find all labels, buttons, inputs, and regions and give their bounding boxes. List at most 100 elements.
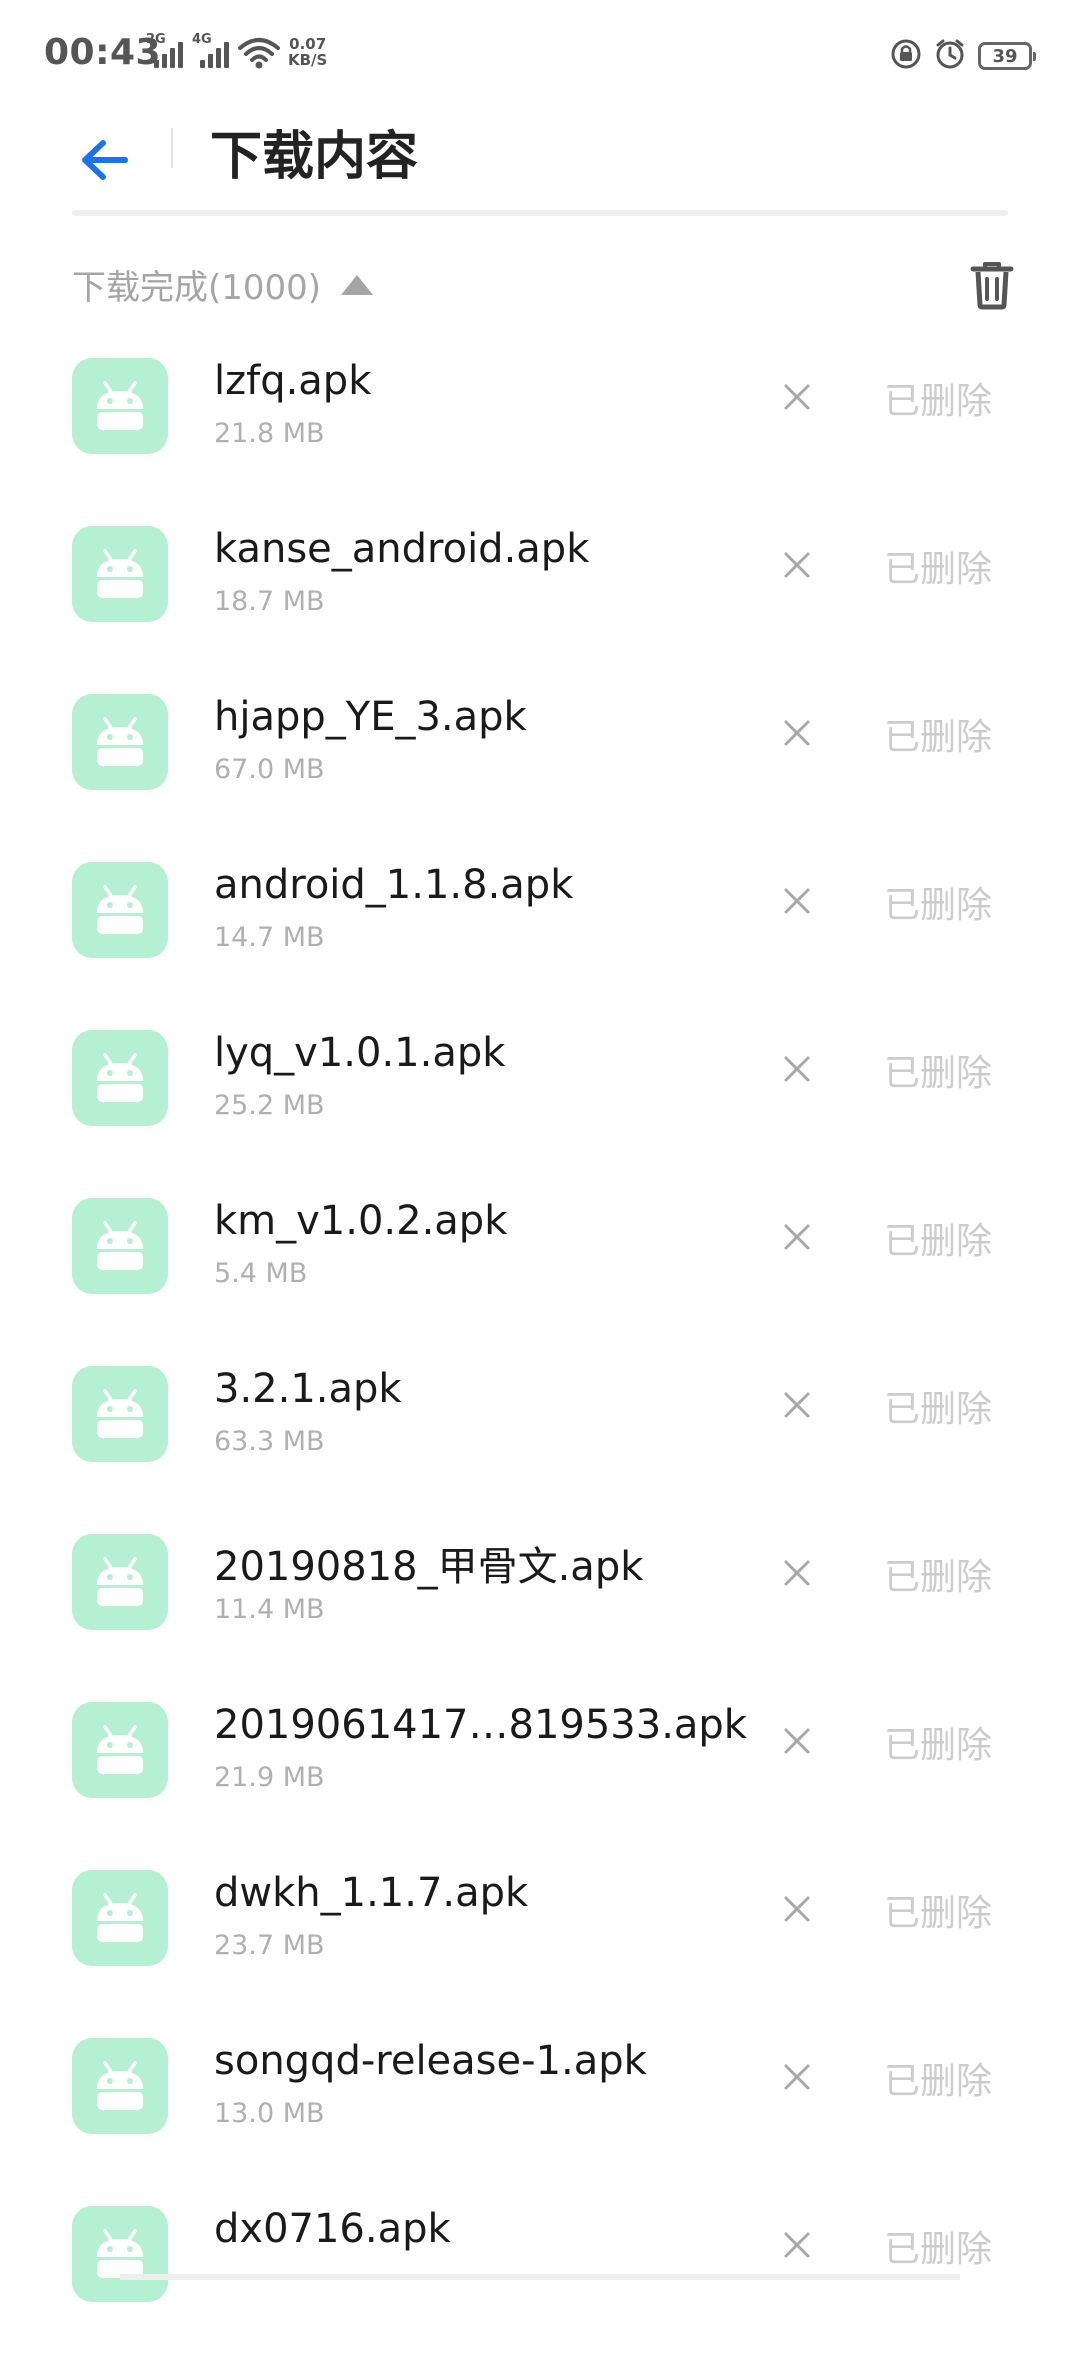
status-label: 已删除 [884, 2061, 993, 2102]
close-icon [784, 1392, 810, 1418]
signal-4g-icon: 4G [192, 32, 232, 70]
file-name: 3.2.1.apk [214, 1366, 402, 1412]
page-title: 下载内容 [210, 127, 419, 187]
status-label: 已删除 [884, 1221, 993, 1262]
trash-icon [970, 262, 1014, 310]
remove-record-button[interactable] [770, 706, 824, 760]
status-label: 已删除 [884, 549, 993, 590]
status-label: 已删除 [884, 885, 993, 926]
file-name: android_1.1.8.apk [214, 862, 574, 908]
download-item[interactable]: lyq_v1.0.1.apk 25.2 MB 已删除 [0, 1012, 1080, 1180]
file-name: songqd-release-1.apk [214, 2038, 647, 2084]
back-button[interactable] [66, 122, 142, 198]
close-icon [784, 2064, 810, 2090]
android-app-icon [72, 1366, 168, 1462]
status-label: 已删除 [884, 1725, 993, 1766]
android-app-icon [72, 862, 168, 958]
section-title: 下载完成(1000) [72, 268, 322, 308]
file-name: 2019061417…819533.apk [214, 1702, 747, 1748]
file-size: 25.2 MB [214, 1090, 325, 1121]
bottom-edge [120, 2274, 960, 2280]
download-item[interactable]: hjapp_YE_3.apk 67.0 MB 已删除 [0, 676, 1080, 844]
file-name: lzfq.apk [214, 358, 372, 404]
file-size: 18.7 MB [214, 586, 325, 617]
battery-icon: 39 [978, 42, 1036, 70]
file-size: 21.9 MB [214, 1762, 325, 1793]
remove-record-button[interactable] [770, 538, 824, 592]
android-app-icon [72, 1870, 168, 1966]
section-toggle[interactable]: 下载完成(1000) [72, 260, 374, 309]
remove-record-button[interactable] [770, 1882, 824, 1936]
remove-record-button[interactable] [770, 2218, 824, 2272]
remove-record-button[interactable] [770, 1210, 824, 1264]
remove-record-button[interactable] [770, 370, 824, 424]
close-icon [784, 1560, 810, 1586]
close-icon [784, 552, 810, 578]
download-item[interactable]: 2019061417…819533.apk 21.9 MB 已删除 [0, 1684, 1080, 1852]
alarm-icon [934, 38, 966, 74]
status-label: 已删除 [884, 1893, 993, 1934]
status-label: 已删除 [884, 1389, 993, 1430]
close-icon [784, 1056, 810, 1082]
android-app-icon [72, 694, 168, 790]
file-name: 20190818_甲骨文.apk [214, 1544, 644, 1590]
download-item[interactable]: km_v1.0.2.apk 5.4 MB 已删除 [0, 1180, 1080, 1348]
download-item[interactable]: 20190818_甲骨文.apk 11.4 MB 已删除 [0, 1516, 1080, 1684]
status-right-icons: 39 [890, 38, 1036, 74]
android-app-icon [72, 1198, 168, 1294]
android-app-icon [72, 2206, 168, 2302]
battery-level: 39 [992, 45, 1018, 67]
file-name: km_v1.0.2.apk [214, 1198, 508, 1244]
remove-record-button[interactable] [770, 1546, 824, 1600]
section-header: 下载完成(1000) [0, 250, 1080, 326]
download-list: lzfq.apk 21.8 MB 已删除 kanse_android.apk 1… [0, 340, 1080, 2356]
file-size: 21.8 MB [214, 418, 325, 449]
close-icon [784, 384, 810, 410]
status-label: 已删除 [884, 1557, 993, 1598]
header-underline [72, 210, 1008, 216]
download-item[interactable]: kanse_android.apk 18.7 MB 已删除 [0, 508, 1080, 676]
download-item[interactable]: lzfq.apk 21.8 MB 已删除 [0, 340, 1080, 508]
file-name: dx0716.apk [214, 2206, 451, 2252]
status-label: 已删除 [884, 717, 993, 758]
collapse-triangle-icon [341, 274, 374, 295]
android-app-icon [72, 526, 168, 622]
file-size: 11.4 MB [214, 1594, 325, 1625]
close-icon [784, 1224, 810, 1250]
file-name: kanse_android.apk [214, 526, 590, 572]
download-item[interactable]: 3.2.1.apk 63.3 MB 已删除 [0, 1348, 1080, 1516]
android-app-icon [72, 1534, 168, 1630]
download-item[interactable]: dx0716.apk 已删除 [0, 2188, 1080, 2356]
remove-record-button[interactable] [770, 1714, 824, 1768]
status-label: 已删除 [884, 381, 993, 422]
download-item[interactable]: songqd-release-1.apk 13.0 MB 已删除 [0, 2020, 1080, 2188]
close-icon [784, 720, 810, 746]
status-bar: 00:43 2G 4G 0.07 KB/S 39 [0, 0, 1080, 110]
remove-record-button[interactable] [770, 1378, 824, 1432]
android-app-icon [72, 2038, 168, 2134]
close-icon [784, 1896, 810, 1922]
rotation-lock-icon [890, 38, 922, 74]
network-speed: 0.07 KB/S [288, 36, 327, 68]
remove-record-button[interactable] [770, 874, 824, 928]
network-speed-value: 0.07 [289, 35, 327, 53]
android-app-icon [72, 1030, 168, 1126]
remove-record-button[interactable] [770, 2050, 824, 2104]
file-name: hjapp_YE_3.apk [214, 694, 527, 740]
download-item[interactable]: dwkh_1.1.7.apk 23.7 MB 已删除 [0, 1852, 1080, 2020]
remove-record-button[interactable] [770, 1042, 824, 1096]
download-item[interactable]: android_1.1.8.apk 14.7 MB 已删除 [0, 844, 1080, 1012]
android-app-icon [72, 358, 168, 454]
file-size: 5.4 MB [214, 1258, 308, 1289]
file-name: lyq_v1.0.1.apk [214, 1030, 506, 1076]
network-speed-unit: KB/S [288, 51, 328, 69]
header-divider [171, 128, 173, 168]
file-name: dwkh_1.1.7.apk [214, 1870, 529, 1916]
file-size: 13.0 MB [214, 2098, 325, 2129]
status-label: 已删除 [884, 1053, 993, 1094]
delete-all-button[interactable] [956, 250, 1028, 320]
wifi-icon [238, 36, 280, 74]
back-arrow-icon [82, 140, 128, 180]
file-size: 67.0 MB [214, 754, 325, 785]
close-icon [784, 888, 810, 914]
